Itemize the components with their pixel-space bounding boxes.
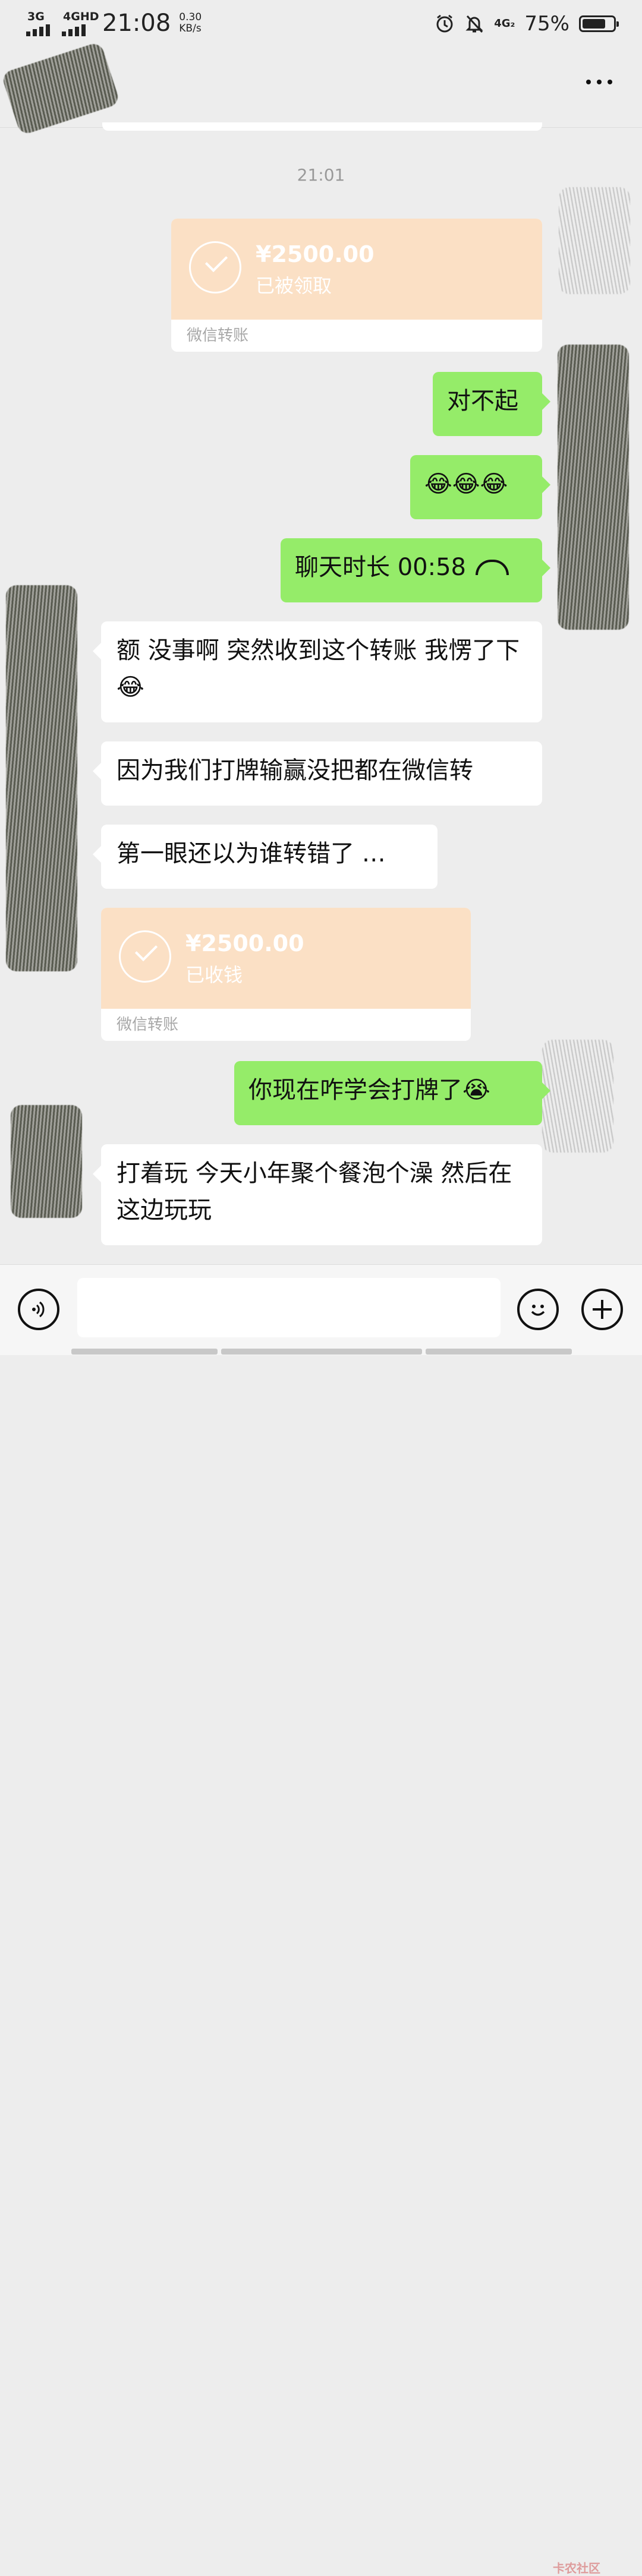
smiley-icon: [531, 1305, 545, 1316]
contact-avatar[interactable]: [11, 1105, 82, 1218]
voice-icon: [32, 1301, 45, 1318]
plus-icon: [593, 1300, 612, 1319]
message-text: 😂😂😂: [424, 471, 508, 498]
battery-percent: 75%: [524, 12, 569, 36]
message-text: 第一眼还以为谁转错了 …: [117, 840, 386, 867]
chat-header: [0, 41, 642, 136]
message-text: 打着玩 今天小年聚个餐泡个澡 然后在这边玩玩: [117, 1160, 512, 1224]
previous-message-edge: [102, 122, 542, 131]
phone-hangup-icon: [476, 560, 509, 575]
call-record-bubble[interactable]: 聊天时长 00:58: [281, 538, 550, 602]
emoji-button[interactable]: [517, 1289, 559, 1330]
transfer-label: 微信转账: [117, 1016, 179, 1034]
alarm-icon: [435, 14, 455, 34]
transfer-card-sent[interactable]: ¥2500.00 已被领取 微信转账: [171, 219, 542, 352]
speed-value: 0.30: [179, 11, 202, 23]
signal-3g-icon: 3G: [26, 10, 54, 36]
more-icon[interactable]: [586, 80, 612, 84]
transfer-amount: ¥2500.00: [185, 930, 304, 956]
transfer-amount: ¥2500.00: [256, 241, 374, 267]
contact-avatar[interactable]: [6, 585, 77, 971]
network-type-1: 3G: [27, 10, 45, 23]
message-text: 因为我们打牌输赢没把都在微信转: [117, 757, 473, 784]
my-avatar[interactable]: [558, 345, 629, 630]
nav-hint-center: [221, 1349, 422, 1355]
transfer-label: 微信转账: [187, 327, 249, 345]
network-type-2: 4GHD: [63, 10, 99, 23]
battery-icon: [579, 15, 619, 32]
transfer-card-received[interactable]: ¥2500.00 已收钱 微信转账: [101, 908, 471, 1041]
message-bubble-me[interactable]: 你现在咋学会打牌了😭: [234, 1061, 550, 1125]
nav-hint-left: [71, 1349, 218, 1355]
message-input[interactable]: [77, 1278, 501, 1337]
nav-hint-right: [426, 1349, 572, 1355]
status-bar: 3G 4GHD 21:08 0.30 KB/s 4G₂ 75%: [0, 0, 642, 50]
message-bubble-other[interactable]: 额 没事啊 突然收到这个转账 我愣了下 😂: [93, 621, 542, 722]
voice-input-button[interactable]: [18, 1289, 59, 1330]
speed-unit: KB/s: [179, 23, 202, 34]
network-speed: 0.30 KB/s: [179, 12, 202, 34]
message-text: 额 没事啊 突然收到这个转账 我愣了下 😂: [117, 637, 520, 701]
my-avatar[interactable]: [559, 187, 630, 294]
message-bubble-other[interactable]: 因为我们打牌输赢没把都在微信转: [93, 741, 542, 806]
redacted-contact-name: [1, 41, 121, 136]
message-bubble-other[interactable]: 打着玩 今天小年聚个餐泡个澡 然后在这边玩玩: [93, 1144, 542, 1245]
mute-icon: [464, 14, 484, 34]
my-avatar[interactable]: [542, 1040, 613, 1153]
check-circle-icon: [119, 930, 171, 983]
transfer-status: 已被领取: [256, 274, 332, 297]
message-bubble-me[interactable]: 对不起: [433, 372, 550, 436]
message-text: 对不起: [447, 387, 518, 415]
input-bar: 卡农社区: [0, 1264, 642, 2575]
message-bubble-other[interactable]: 第一眼还以为谁转错了 …: [93, 825, 438, 889]
network-type-3: 4G₂: [494, 17, 515, 30]
more-functions-button[interactable]: [581, 1289, 623, 1330]
check-circle-icon: [189, 241, 241, 293]
clock: 21:08: [102, 10, 171, 37]
watermark-text: 卡农社区: [553, 2561, 600, 2575]
signal-4g-icon: 4GHD: [62, 10, 99, 36]
message-text: 你现在咋学会打牌了😭: [248, 1077, 490, 1104]
message-bubble-me[interactable]: 😂😂😂: [410, 455, 550, 519]
transfer-status: 已收钱: [185, 964, 243, 986]
call-duration-text: 聊天时长 00:58: [295, 554, 466, 581]
message-timestamp: 21:01: [297, 165, 345, 185]
